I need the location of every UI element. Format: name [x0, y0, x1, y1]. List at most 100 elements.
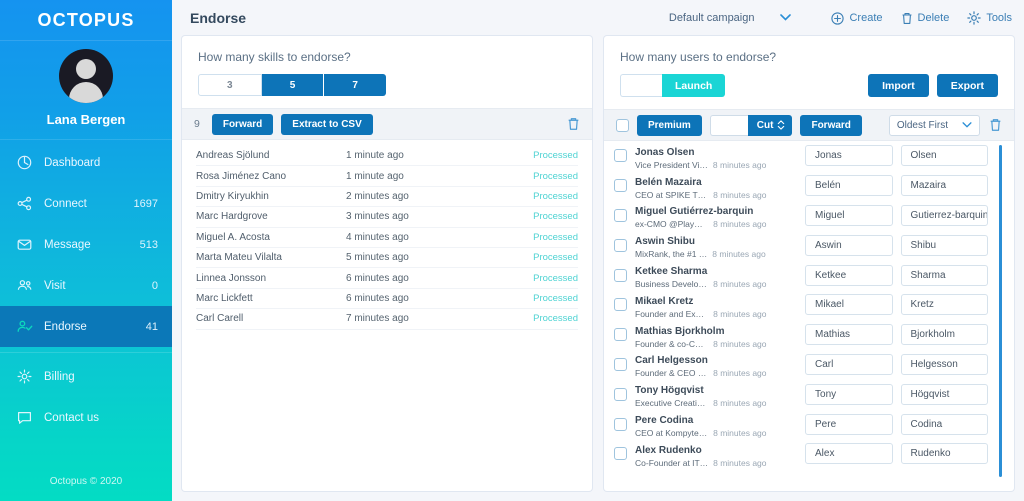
first-name-field[interactable]: Carl: [805, 354, 892, 375]
sort-dropdown[interactable]: Oldest First: [889, 115, 980, 136]
list-item[interactable]: Tony HögqvistExecutive Creativ…8 minutes…: [614, 379, 1014, 409]
launch-button[interactable]: Launch: [662, 74, 725, 97]
last-name-field[interactable]: Mazaira: [901, 175, 988, 196]
visit-icon: [16, 277, 33, 294]
user-title: Business Develop…: [635, 279, 708, 289]
list-item[interactable]: Mikael KretzFounder and Exec…8 minutes a…: [614, 290, 1014, 320]
import-button[interactable]: Import: [868, 74, 929, 97]
launch-count-input[interactable]: [620, 74, 662, 97]
sidebar-item-visit[interactable]: Visit0: [0, 265, 172, 306]
first-name-field[interactable]: Ketkee: [805, 265, 892, 286]
app-logo[interactable]: OCTOPUS: [0, 0, 172, 40]
sidebar-item-contact-us[interactable]: Contact us: [0, 397, 172, 438]
users-forward-button[interactable]: Forward: [800, 115, 861, 136]
user-time: 8 minutes ago: [713, 190, 766, 200]
table-row[interactable]: Andreas Sjölund1 minute agoProcessed: [196, 146, 578, 166]
table-row[interactable]: Rosa Jiménez Cano1 minute agoProcessed: [196, 166, 578, 186]
first-name-field[interactable]: Miguel: [805, 205, 892, 226]
delete-button[interactable]: Delete: [901, 12, 950, 25]
list-item[interactable]: Pere Codina CEO at Kompyte |…8 minutes ag…: [614, 409, 1014, 439]
table-row[interactable]: Carl Carell7 minutes agoProcessed: [196, 309, 578, 329]
row-name: Marc Lickfett: [196, 293, 346, 304]
skill-count-option-3[interactable]: 3: [198, 74, 262, 96]
first-name-field[interactable]: Belén: [805, 175, 892, 196]
users-question: How many users to endorse?: [620, 50, 998, 64]
user-checkbox[interactable]: [614, 388, 627, 401]
table-row[interactable]: Dmitry Kiryukhin2 minutes agoProcessed: [196, 187, 578, 207]
export-button[interactable]: Export: [937, 74, 998, 97]
skill-count-option-5[interactable]: 5: [262, 74, 325, 96]
sidebar-item-billing[interactable]: Billing: [0, 356, 172, 397]
first-name-field[interactable]: Pere: [805, 414, 892, 435]
table-row[interactable]: Marc Hardgrove3 minutes agoProcessed: [196, 207, 578, 227]
table-row[interactable]: Marta Mateu Vilalta5 minutes agoProcesse…: [196, 248, 578, 268]
last-name-field[interactable]: Helgesson: [901, 354, 988, 375]
select-all-checkbox[interactable]: [616, 119, 629, 132]
list-item[interactable]: Ketkee SharmaBusiness Develop…8 minutes …: [614, 260, 1014, 290]
skills-question: How many skills to endorse?: [198, 50, 576, 64]
premium-button[interactable]: Premium: [637, 115, 702, 136]
row-name: Marc Hardgrove: [196, 211, 346, 222]
tools-button[interactable]: Tools: [967, 11, 1012, 25]
first-name-field[interactable]: Alex: [805, 443, 892, 464]
user-info: Alex RudenkoCo-Founder at IT …8 minutes …: [635, 440, 767, 468]
last-name-field[interactable]: Högqvist: [901, 384, 988, 405]
user-checkbox[interactable]: [614, 358, 627, 371]
last-name-field[interactable]: Sharma: [901, 265, 988, 286]
sidebar-item-dashboard[interactable]: Dashboard: [0, 142, 172, 183]
user-checkbox[interactable]: [614, 269, 627, 282]
sidebar-item-endorse[interactable]: Endorse41: [0, 306, 172, 347]
last-name-field[interactable]: Gutierrez-barquin: [901, 205, 988, 226]
list-item[interactable]: Mathias BjorkholmFounder & co-CE…8 minut…: [614, 320, 1014, 350]
table-row[interactable]: Linnea Jonsson6 minutes agoProcessed: [196, 268, 578, 288]
sidebar-item-connect[interactable]: Connect1697: [0, 183, 172, 224]
list-item[interactable]: Miguel Gutiérrez-barquinex-CMO @PlayGi…8…: [614, 201, 1014, 231]
first-name-field[interactable]: Tony: [805, 384, 892, 405]
user-checkbox[interactable]: [614, 447, 627, 460]
panels-container: How many skills to endorse? 357 9 Forwar…: [172, 36, 1024, 501]
user-checkbox[interactable]: [614, 328, 627, 341]
skill-count-option-7[interactable]: 7: [324, 74, 386, 96]
user-checkbox[interactable]: [614, 298, 627, 311]
sidebar-item-label: Connect: [44, 198, 134, 210]
first-name-field[interactable]: Jonas: [805, 145, 892, 166]
sidebar-item-message[interactable]: Message513: [0, 224, 172, 265]
first-name-field[interactable]: Aswin: [805, 235, 892, 256]
create-button[interactable]: Create: [831, 12, 882, 25]
skills-delete-icon[interactable]: [567, 117, 580, 131]
users-delete-icon[interactable]: [989, 118, 1002, 132]
user-checkbox[interactable]: [614, 239, 627, 252]
avatar[interactable]: [59, 49, 113, 103]
user-checkbox[interactable]: [614, 209, 627, 222]
last-name-field[interactable]: Rudenko: [901, 443, 988, 464]
list-item[interactable]: Aswin ShibuMixRank, the #1 …8 minutes ag…: [614, 230, 1014, 260]
extract-csv-button[interactable]: Extract to CSV: [281, 114, 372, 135]
billing-icon: [16, 368, 33, 385]
list-item[interactable]: Carl HelgessonFounder & CEO a…8 minutes …: [614, 350, 1014, 380]
last-name-field[interactable]: Olsen: [901, 145, 988, 166]
skills-forward-button[interactable]: Forward: [212, 114, 273, 135]
table-row[interactable]: Marc Lickfett6 minutes agoProcessed: [196, 289, 578, 309]
list-item[interactable]: Alex RudenkoCo-Founder at IT …8 minutes …: [614, 439, 1014, 469]
last-name-field[interactable]: Codina: [901, 414, 988, 435]
cut-button[interactable]: Cut: [748, 115, 793, 136]
user-checkbox[interactable]: [614, 149, 627, 162]
table-row[interactable]: Miguel A. Acosta4 minutes agoProcessed: [196, 228, 578, 248]
last-name-field[interactable]: Bjorkholm: [901, 324, 988, 345]
campaign-dropdown[interactable]: Default campaign: [669, 12, 792, 24]
cut-input[interactable]: [710, 115, 748, 136]
row-name: Linnea Jonsson: [196, 273, 346, 284]
user-title: Vice President Vi…: [635, 160, 708, 170]
first-name-field[interactable]: Mikael: [805, 294, 892, 315]
user-checkbox[interactable]: [614, 179, 627, 192]
user-checkbox[interactable]: [614, 418, 627, 431]
users-scrollbar[interactable]: [999, 145, 1002, 477]
last-name-field[interactable]: Kretz: [901, 294, 988, 315]
last-name-field[interactable]: Shibu: [901, 235, 988, 256]
user-subtitle: CEO at Kompyte |…8 minutes ago: [635, 428, 767, 438]
row-time: 2 minutes ago: [346, 191, 533, 202]
user-subtitle: ex-CMO @PlayGi…8 minutes ago: [635, 219, 767, 229]
list-item[interactable]: Jonas OlsenVice President Vi…8 minutes a…: [614, 141, 1014, 171]
list-item[interactable]: Belén MazairaCEO at SPIKE TEC…8 minutes …: [614, 171, 1014, 201]
first-name-field[interactable]: Mathias: [805, 324, 892, 345]
